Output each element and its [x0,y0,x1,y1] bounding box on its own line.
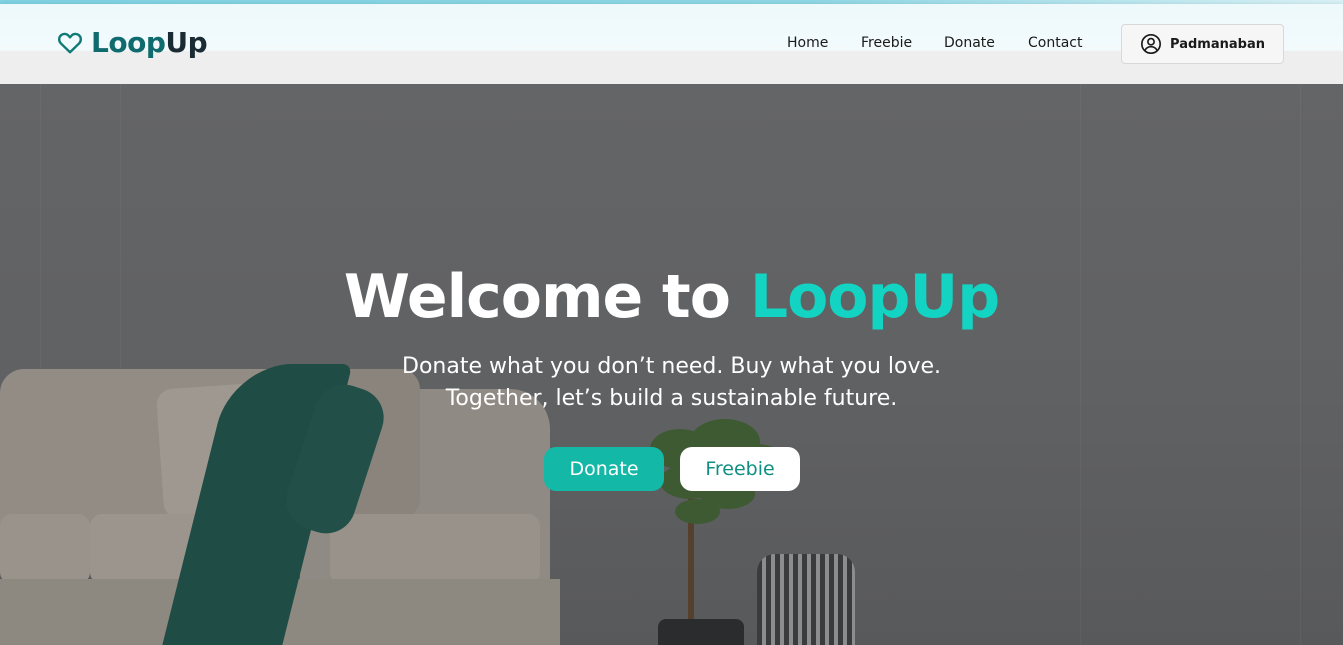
hero-section: Welcome to LoopUp Donate what you don’t … [0,84,1343,645]
brand-name-part2: Up [165,26,208,59]
donate-button[interactable]: Donate [544,447,664,491]
nav-link-home[interactable]: Home [787,35,828,51]
user-circle-icon [1141,34,1162,54]
hero-title-accent: LoopUp [749,262,1000,332]
heart-icon [58,32,82,54]
hero-title-prefix: Welcome to [343,262,750,332]
nav-link-freebie[interactable]: Freebie [861,35,912,51]
brand-name: LoopUp [91,26,208,60]
hero-subtitle-line1: Donate what you don’t need. Buy what you… [402,354,941,379]
brand-name-part1: Loop [91,26,166,59]
user-name: Padmanaban [1170,36,1265,52]
hero-title: Welcome to LoopUp [0,259,1343,335]
brand-logo[interactable]: LoopUp [57,26,208,60]
nav-link-contact[interactable]: Contact [1028,35,1082,51]
nav-link-donate[interactable]: Donate [944,35,995,51]
user-profile-button[interactable]: Padmanaban [1121,24,1284,64]
freebie-button[interactable]: Freebie [680,447,800,491]
hero-subtitle-line2: Together, let’s build a sustainable futu… [445,386,898,411]
site-header: LoopUp Home Freebie Donate Contact Padma… [0,4,1343,84]
